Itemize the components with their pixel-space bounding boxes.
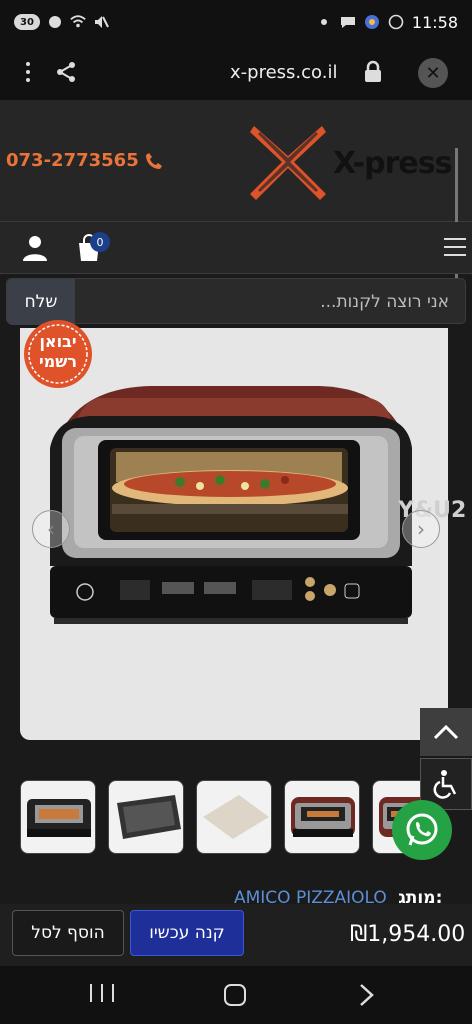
more-options-icon[interactable] — [18, 62, 38, 82]
xpress-logo-icon[interactable] — [248, 122, 328, 202]
official-importer-stamp: יבואן רשמי — [22, 332, 94, 372]
back-button[interactable] — [356, 982, 378, 1008]
logo-text: X-press — [333, 146, 452, 181]
thumbnail-oven-front[interactable] — [20, 780, 96, 854]
share-icon[interactable] — [54, 60, 78, 84]
system-navigation-bar — [0, 966, 472, 1024]
stamp-line-2: רשמי — [38, 352, 78, 371]
header-icons-row: 0 — [0, 222, 472, 274]
phone-number-text: 073-2773565 — [6, 150, 139, 171]
status-bar: 30 11:58 — [0, 0, 472, 44]
link-icon — [47, 14, 63, 30]
next-image-button[interactable]: › — [402, 510, 440, 548]
purchase-bar: הוסף לסל קנה עכשיו ₪1,954.00 — [0, 904, 472, 966]
whatsapp-icon — [406, 813, 438, 846]
add-to-cart-button[interactable]: הוסף לסל — [12, 910, 124, 956]
battery-indicator: 30 — [14, 14, 40, 30]
close-button[interactable]: ✕ — [418, 58, 448, 88]
user-icon[interactable] — [22, 234, 48, 262]
search-input[interactable] — [79, 279, 463, 325]
previous-image-button[interactable]: ‹ — [32, 510, 70, 548]
lock-icon[interactable] — [362, 60, 384, 84]
cart-count-badge: 0 — [90, 232, 110, 252]
mute-icon — [93, 14, 109, 30]
whatsapp-chat-button[interactable] — [392, 800, 452, 860]
app-icon — [364, 14, 380, 30]
product-price: ₪1,954.00 — [350, 922, 466, 947]
whatsapp-status-icon — [388, 14, 404, 30]
phone-number[interactable]: 073-2773565 — [6, 150, 163, 171]
url-text[interactable]: x-press.co.il — [230, 62, 337, 83]
scroll-to-top-button[interactable] — [420, 708, 472, 756]
browser-toolbar: x-press.co.il ✕ — [0, 44, 472, 100]
stamp-line-1: יבואן — [39, 332, 77, 351]
thumbnail-strip — [20, 780, 440, 854]
wifi-icon — [70, 14, 86, 30]
hamburger-menu-icon[interactable] — [444, 238, 466, 256]
buy-now-button[interactable]: קנה עכשיו — [130, 910, 244, 956]
site-header: 073-2773565 X-press — [0, 100, 472, 288]
phone-icon — [145, 152, 162, 169]
thumbnail-oven-front-2[interactable] — [284, 780, 360, 854]
recent-apps-button[interactable] — [90, 984, 114, 1006]
home-button[interactable] — [224, 984, 246, 1006]
thumbnail-baking-tray[interactable] — [108, 780, 184, 854]
notification-dot-icon — [316, 14, 332, 30]
thumbnail-pizza-stone[interactable] — [196, 780, 272, 854]
chevron-up-icon — [433, 724, 459, 740]
clock: 11:58 — [411, 12, 458, 32]
wheelchair-icon — [433, 770, 457, 799]
chat-icon — [340, 14, 356, 30]
